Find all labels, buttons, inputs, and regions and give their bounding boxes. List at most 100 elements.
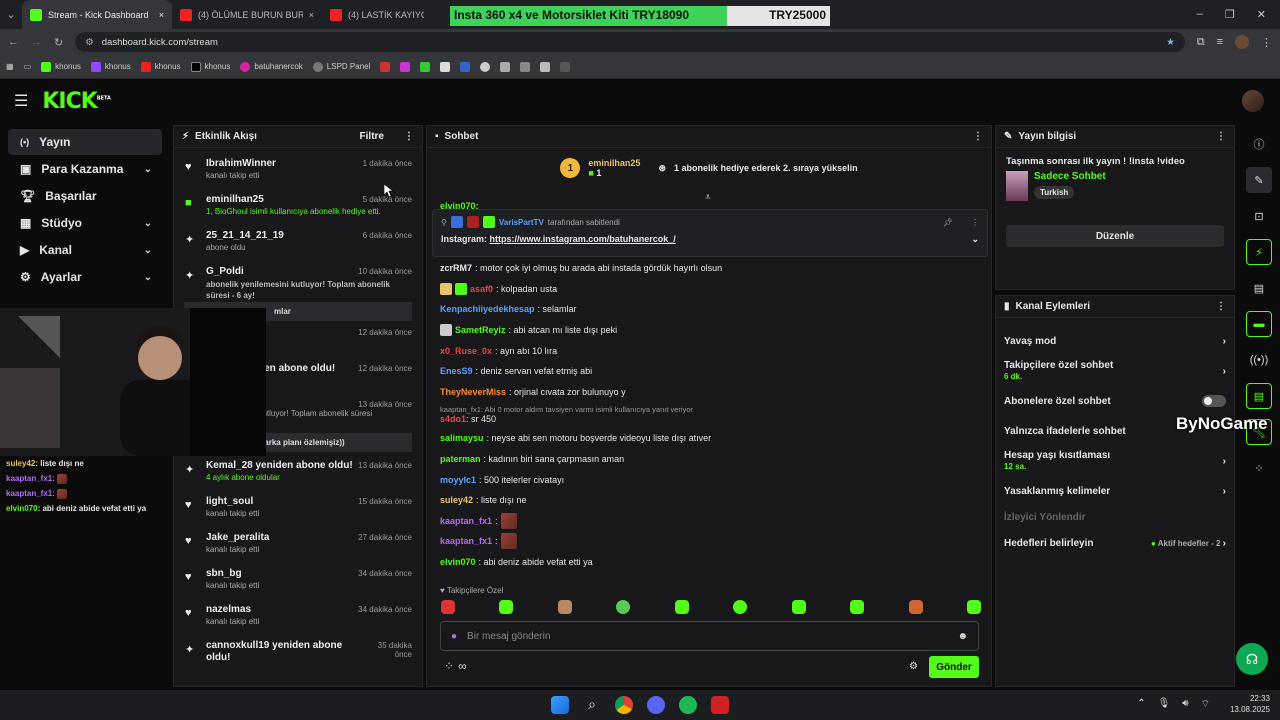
chat-bubble-icon[interactable]: ▬ [1246, 311, 1272, 337]
emote-icon[interactable] [850, 600, 865, 614]
chat-message[interactable]: EnesS9: deniz servan vefat etmiş abi [427, 361, 991, 382]
activity-item[interactable]: ♥ light_soul kanalı takip etti 15 dakika ön… [174, 492, 422, 528]
emote-icon[interactable] [441, 600, 455, 614]
bookmark-icon[interactable] [400, 61, 411, 72]
bookmark-khonus-x[interactable]: khonus [190, 61, 230, 72]
info-icon[interactable]: ⓘ [1246, 131, 1272, 157]
wifi-icon[interactable]: ⌔ [1201, 698, 1210, 711]
bookmark-khonus-kick[interactable]: khonus [41, 61, 81, 72]
action-followers-only[interactable]: Takipçilere özel sohbet 6 dk. › [996, 356, 1234, 386]
more-options-icon[interactable]: ⋮ [971, 218, 979, 227]
chat-message[interactable]: suley42: liste dışı ne [427, 490, 991, 511]
activity-item[interactable]: ♥ sbn_bg kanalı takip etti 34 dakika önce [174, 564, 422, 600]
nav-yayin[interactable]: (•) Yayın [8, 129, 162, 155]
nav-ayarlar[interactable]: ⚙ Ayarlar ⌄ [8, 264, 162, 290]
chat-message[interactable]: kaaptan_fx1: [427, 531, 991, 552]
nav-para-kazanma[interactable]: ▣ Para Kazanma ⌄ [8, 156, 162, 182]
discord-icon[interactable] [647, 696, 665, 714]
broadcast-icon[interactable]: ((•)) [1246, 347, 1272, 373]
chat-message[interactable]: TheyNeverMiss: orjinal cıvata zor bulunu… [427, 382, 991, 403]
chat-message[interactable]: kaaptan_fx1: [427, 511, 991, 532]
bookmark-icon[interactable] [460, 61, 471, 72]
bookmark-khonus-twitch[interactable]: khonus [90, 61, 131, 72]
bookmark-icon[interactable] [480, 61, 491, 72]
more-options-icon[interactable]: ⋮ [973, 131, 983, 142]
bookmark-batuhanercok[interactable]: batuhanercok [240, 61, 303, 72]
bookmark-icon[interactable] [420, 61, 431, 72]
bookmark-icon[interactable] [440, 61, 451, 72]
nav-studyo[interactable]: ▦ Stüdyo ⌄ [8, 210, 162, 236]
infinity-icon[interactable]: ∞ [458, 659, 467, 673]
emote-icon[interactable] [908, 600, 923, 614]
chat-message[interactable]: asaf0: kolpadan usta [427, 279, 991, 300]
action-host[interactable]: İzleyici Yönlendir [996, 506, 1234, 528]
action-subscribers-only[interactable]: Abonelere özel sohbet [996, 386, 1234, 416]
chat-message[interactable]: moyylc1: 500 itelerler civatayı [427, 469, 991, 490]
chat-input[interactable]: ● Bir mesaj gönderin ☻ [440, 621, 979, 651]
points-icon[interactable]: ⁘ [444, 659, 454, 673]
windows-start-icon[interactable] [551, 696, 569, 714]
emote-icon[interactable] [557, 600, 572, 614]
microphone-icon[interactable]: 🎙︎ [1158, 698, 1171, 711]
user-avatar[interactable] [1242, 90, 1264, 112]
activity-item[interactable]: ✦ G_Poldi abonelik yenilemesini kutluyor! … [174, 262, 422, 300]
app-icon[interactable] [711, 696, 729, 714]
filter-button[interactable]: Filtre [360, 131, 384, 142]
edit-pencil-icon[interactable]: ✎ [1246, 167, 1272, 193]
chrome-icon[interactable] [615, 696, 633, 714]
tab-search-icon[interactable]: ⌄ [0, 8, 22, 21]
tag-badge[interactable]: Turkish [1034, 186, 1075, 199]
chat-message[interactable]: SametReyiz: abi atcan mı liste dışı peki [427, 320, 991, 341]
pinned-message[interactable]: ⚲ VarisPartTV tarafından sabitlendi 📌︎ ⋮… [432, 209, 988, 257]
tab-youtube-1[interactable]: (4) ÖLÜMLE BURUN BURUNA! × [172, 0, 322, 29]
tab-youtube-2[interactable]: (4) LASTİK KAYIYOR MU [322, 0, 432, 29]
chat-message[interactable]: elvin070: abi deniz abide vefat etti ya [427, 552, 991, 573]
emote-icon[interactable] [966, 600, 981, 614]
kick-logo[interactable]: KICKBETA [42, 89, 111, 114]
activity-item[interactable]: ♥ Jake_peralita kanalı takip etti 27 dakika… [174, 528, 422, 564]
volume-icon[interactable]: 🔊︎ [1182, 698, 1188, 711]
menu-icon[interactable]: ⋮ [1261, 36, 1272, 49]
apps-icon[interactable]: ▦ [6, 62, 14, 71]
pinned-link[interactable]: https://www.instagram.com/batuhanercok_/ [490, 234, 676, 245]
activity-item[interactable]: ✦ 25_21_14_21_19 abone oldu 6 dakika önce [174, 226, 422, 262]
action-slow-mode[interactable]: Yavaş mod › [996, 326, 1234, 356]
chevron-down-icon[interactable]: ⌄ [971, 234, 979, 245]
bookmark-icon[interactable] [540, 61, 551, 72]
chat-message[interactable]: paterman: kadının biri sana çarpmasın am… [427, 449, 991, 470]
bookmark-star-icon[interactable]: ★ [1166, 37, 1175, 48]
tab-kick-dashboard[interactable]: Stream - Kick Dashboard × [22, 0, 172, 29]
bookmark-icon[interactable] [520, 61, 531, 72]
emote-icon[interactable] [674, 600, 689, 614]
maximize-icon[interactable]: ❐ [1225, 8, 1235, 21]
screenshot-icon[interactable]: ⊡ [1246, 203, 1272, 229]
minimize-icon[interactable]: – [1197, 8, 1203, 21]
extensions-icon[interactable]: ⧉ [1197, 36, 1205, 49]
subscribers-only-toggle[interactable] [1202, 395, 1226, 407]
activity-item[interactable]: ♥ nazelmas kanalı takip etti 34 dakika önce [174, 600, 422, 636]
edit-button[interactable]: Düzenle [1006, 225, 1224, 247]
bookmark-khonus-youtube[interactable]: khonus [140, 61, 181, 72]
bookmark-icon[interactable] [560, 61, 571, 72]
hamburger-menu-icon[interactable]: ☰ [14, 91, 28, 111]
more-options-icon[interactable]: ⋮ [1216, 301, 1226, 312]
category-name[interactable]: Sadece Sohbet [1034, 171, 1106, 182]
unpin-icon[interactable]: 📌︎ [943, 218, 953, 227]
more-options-icon[interactable]: ⋮ [1216, 131, 1226, 142]
spotify-icon[interactable] [679, 696, 697, 714]
forward-icon[interactable]: → [31, 36, 42, 48]
bookmark-icon[interactable] [380, 61, 391, 72]
action-account-age[interactable]: Hesap yaşı kısıtlaması 12 sa. › [996, 446, 1234, 476]
close-tab-icon[interactable]: × [159, 10, 164, 20]
back-icon[interactable]: ← [8, 36, 19, 48]
activity-item[interactable]: ✦ Kemal_28 yeniden abone oldu! 4 aylık abo… [174, 456, 422, 492]
reload-icon[interactable]: ↻ [54, 36, 63, 49]
help-headset-icon[interactable]: ☊ [1236, 643, 1268, 675]
close-tab-icon[interactable]: × [309, 10, 314, 20]
emote-icon[interactable] [499, 600, 514, 614]
chat-message[interactable]: salimaysu: neyse abi sen motoru boşverde… [427, 428, 991, 449]
nav-kanal[interactable]: ▶ Kanal ⌄ [8, 237, 162, 263]
chat-message[interactable]: Kenpachiiyedekhesap: selamlar [427, 299, 991, 320]
close-window-icon[interactable]: ✕ [1257, 8, 1266, 21]
action-goals[interactable]: Hedefleri belirleyin ● Aktif hedefler - 2… [996, 528, 1234, 558]
